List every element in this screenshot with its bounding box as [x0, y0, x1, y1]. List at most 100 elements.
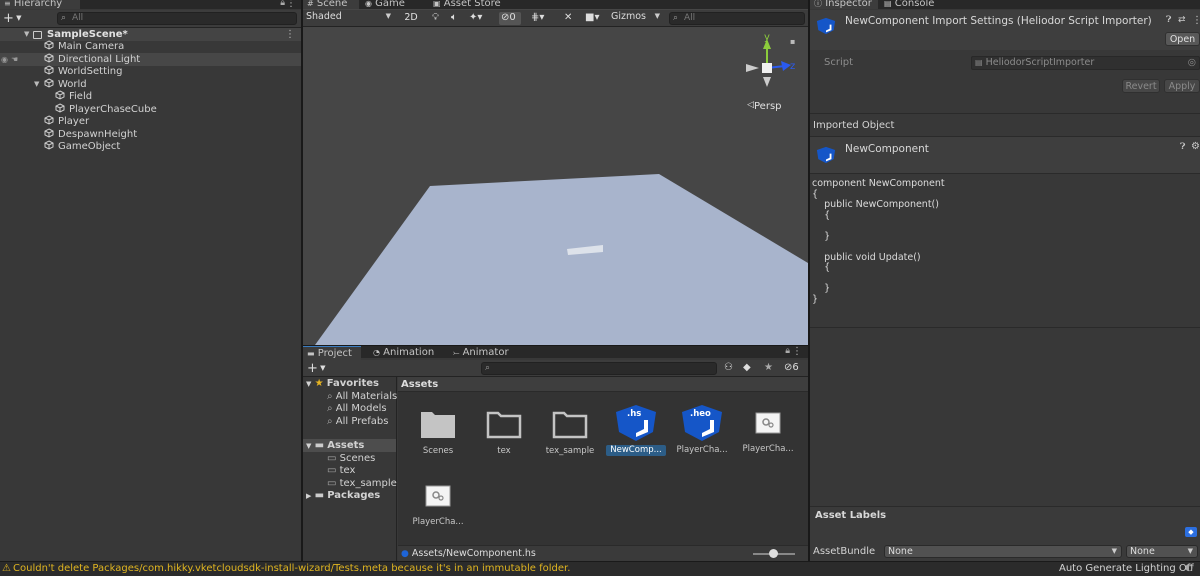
- gameobject-cube-icon: [44, 115, 54, 125]
- help-icon[interactable]: ❓︎: [1180, 142, 1185, 152]
- folder-item[interactable]: ▭ Scenes: [303, 452, 396, 465]
- gameobject-cube-icon: [55, 90, 65, 100]
- gizmo-lock-icon[interactable]: ▪: [790, 37, 795, 46]
- script-file-icon: ▤: [975, 58, 983, 67]
- expand-arrow-icon[interactable]: ▼: [306, 442, 311, 450]
- more-options-icon[interactable]: ⋮: [1192, 15, 1200, 26]
- filter-by-label-icon[interactable]: ◆: [743, 362, 751, 373]
- help-icon[interactable]: ❓︎: [1166, 15, 1171, 25]
- apply-button[interactable]: Apply: [1164, 79, 1200, 93]
- imported-object-header: NewComponent ❓︎ ⚙: [810, 136, 1200, 174]
- status-message[interactable]: Couldn't delete Packages/com.hikky.vketc…: [13, 563, 570, 574]
- console-icon: ▤: [884, 0, 892, 8]
- revert-button[interactable]: Revert: [1122, 79, 1160, 93]
- expand-arrow-icon[interactable]: ▼: [306, 380, 311, 388]
- tab-animation[interactable]: ◔ Animation: [369, 346, 439, 360]
- gameobject-cube-icon: [44, 65, 54, 75]
- object-picker-icon[interactable]: ◎: [1188, 57, 1196, 69]
- favorite-item[interactable]: ⌕ All Models: [303, 402, 396, 415]
- asset-item[interactable]: Scenes: [405, 408, 471, 457]
- assets-folder-row[interactable]: ▼ ▬ Assets: [303, 439, 396, 452]
- filter-by-type-icon[interactable]: ⚇: [724, 362, 733, 373]
- asset-item[interactable]: tex: [471, 408, 537, 457]
- search-icon: ⌕: [485, 363, 491, 373]
- persp-label[interactable]: Persp: [754, 101, 782, 112]
- audio-speaker-icon[interactable]: 🔈︎: [451, 12, 457, 23]
- favorites-row[interactable]: ▼ ★ Favorites: [303, 377, 396, 390]
- camera-icon[interactable]: ■▾: [585, 12, 599, 23]
- hierarchy-item[interactable]: ▼ World: [0, 77, 301, 91]
- more-options-icon[interactable]: ⋮: [792, 346, 802, 357]
- settings-gear-icon[interactable]: ⚙: [1191, 141, 1200, 152]
- lock-icon[interactable]: 🔒︎: [785, 346, 790, 356]
- script-object-field[interactable]: ▤ HeliodorScriptImporter ◎: [971, 56, 1200, 70]
- warning-icon: ⚠: [2, 563, 11, 574]
- favorite-item[interactable]: ⌕ All Materials: [303, 390, 397, 403]
- favorite-star-icon: ★: [314, 378, 324, 389]
- tab-asset-store[interactable]: ▣ Asset Store: [429, 0, 509, 9]
- pickable-hand-icon[interactable]: ☚: [11, 53, 18, 66]
- asset-item[interactable]: PlayerCha...: [405, 485, 471, 528]
- favorite-item[interactable]: ⌕ All Prefabs: [303, 415, 396, 428]
- grid-snap-icon[interactable]: ⋕▾: [531, 12, 544, 23]
- scene-viewport[interactable]: y z ▪ Persp: [303, 27, 808, 345]
- lock-icon[interactable]: 🔒︎: [280, 0, 285, 8]
- expand-arrow-icon[interactable]: ▶: [306, 492, 311, 500]
- lighting-status[interactable]: Auto Generate Lighting Off: [1059, 563, 1194, 574]
- label-tag-icon[interactable]: ◆: [1185, 527, 1197, 537]
- asset-bundle-dropdown[interactable]: None ▼: [884, 545, 1122, 558]
- asset-variant-dropdown[interactable]: None ▼: [1126, 545, 1198, 558]
- hierarchy-item[interactable]: GameObject: [0, 140, 301, 153]
- effects-icon[interactable]: ✦▾: [469, 12, 482, 23]
- open-button[interactable]: Open: [1165, 32, 1200, 46]
- hierarchy-item[interactable]: Player: [0, 115, 301, 128]
- tab-game[interactable]: ◉ Game: [361, 0, 417, 9]
- folder-item[interactable]: ▭ tex: [303, 464, 396, 477]
- tab-animator[interactable]: ⤚ Animator: [449, 346, 513, 360]
- hierarchy-item[interactable]: PlayerChaseCube: [0, 102, 301, 116]
- asset-item[interactable]: tex_sample: [537, 408, 603, 457]
- more-options-icon[interactable]: ⋮: [286, 0, 296, 9]
- chevron-down-icon: ▼: [385, 12, 391, 20]
- gizmos-dropdown[interactable]: Gizmos ▼: [608, 11, 664, 24]
- hierarchy-item[interactable]: DespawnHeight: [0, 127, 301, 141]
- tab-hierarchy[interactable]: ≡ Hierarchy: [0, 0, 80, 9]
- asset-item[interactable]: .heo PlayerCha...: [669, 404, 735, 456]
- tab-project[interactable]: ▬ Project: [303, 346, 361, 360]
- hierarchy-item[interactable]: ◉ ☚ Directional Light: [0, 52, 301, 66]
- visibility-eye-icon[interactable]: ◉: [1, 53, 8, 66]
- chevron-down-icon: ▼: [654, 12, 660, 20]
- hierarchy-item[interactable]: WorldSetting: [0, 65, 301, 78]
- game-controller-icon: ◉: [365, 0, 372, 8]
- preset-icon[interactable]: ⇄: [1178, 15, 1186, 25]
- ground-plane[interactable]: [315, 174, 808, 345]
- mode-2d-button[interactable]: 2D: [400, 11, 422, 25]
- add-button[interactable]: + ▼: [3, 10, 22, 27]
- lighting-bulb-icon[interactable]: 💡︎: [432, 12, 439, 23]
- project-search-input[interactable]: ⌕: [481, 362, 717, 375]
- asset-item[interactable]: PlayerCha...: [735, 412, 801, 455]
- scene-search-input[interactable]: ⌕ All: [669, 12, 805, 25]
- tools-icon[interactable]: ✕: [564, 12, 572, 23]
- tab-inspector[interactable]: ⓘ Inspector: [810, 0, 878, 9]
- icon-size-slider-thumb[interactable]: [769, 549, 778, 558]
- folder-icon: [552, 411, 588, 439]
- hidden-objects-icon[interactable]: ⊘0: [499, 12, 521, 25]
- search-icon: ⌕: [327, 390, 333, 402]
- chevron-down-icon: ▼: [317, 364, 326, 372]
- hierarchy-item[interactable]: Main Camera: [0, 40, 301, 53]
- asset-item-selected[interactable]: .hs NewComp...: [603, 404, 669, 456]
- hierarchy-search-input[interactable]: ⌕ All: [57, 12, 297, 25]
- packages-folder-row[interactable]: ▶ ▬ Packages: [303, 489, 396, 502]
- folder-item[interactable]: ▭ tex_sample: [303, 477, 397, 490]
- hierarchy-item[interactable]: Field: [0, 90, 301, 103]
- favorite-star-icon[interactable]: ★: [764, 362, 773, 373]
- orientation-gizmo[interactable]: [746, 39, 791, 87]
- expand-arrow-icon[interactable]: ▼: [34, 78, 39, 91]
- hierarchy-toolbar: + ▼ ⌕ All: [0, 10, 301, 28]
- tab-console[interactable]: ▤ Console: [880, 0, 944, 9]
- hidden-packages-icon[interactable]: ⊘6: [784, 362, 799, 373]
- tab-scene[interactable]: # Scene: [303, 0, 359, 9]
- add-button[interactable]: + ▼: [307, 360, 326, 377]
- shading-mode-dropdown[interactable]: Shaded ▼: [303, 11, 395, 24]
